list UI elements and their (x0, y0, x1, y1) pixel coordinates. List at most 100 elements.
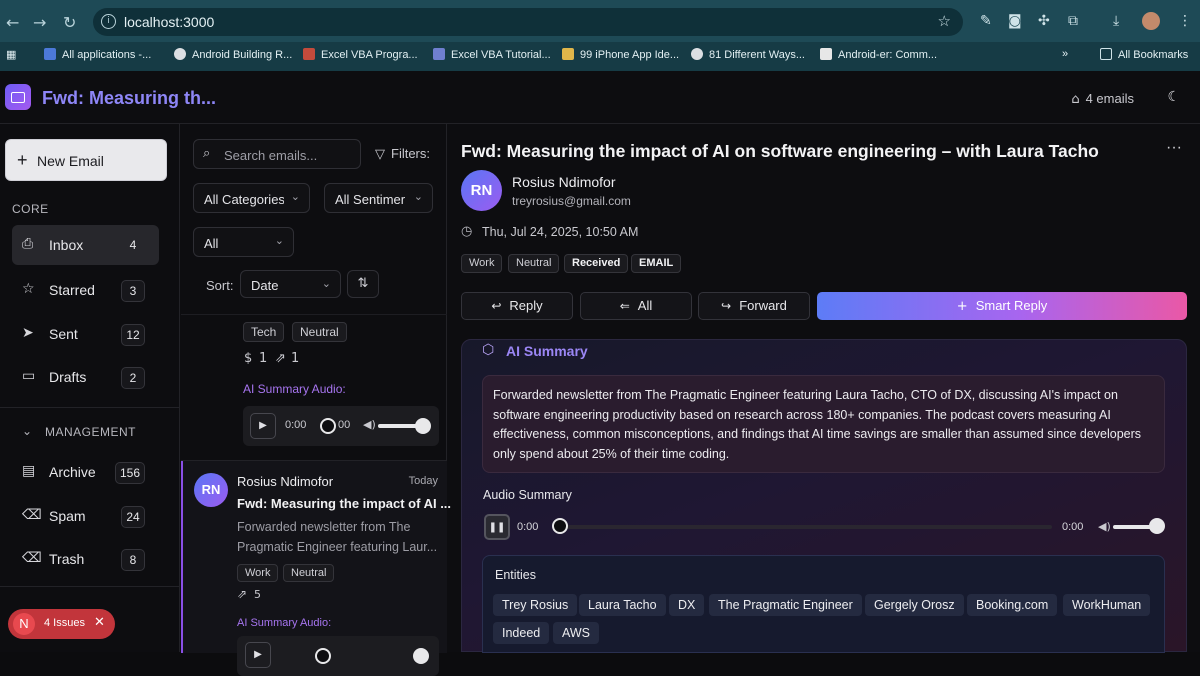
bookmark-item[interactable]: Excel VBA Progra... (303, 48, 418, 61)
count-badge: 156 (114, 462, 145, 484)
sidebar-item-starred[interactable]: ☆ Starred 3 (12, 270, 159, 310)
reply-button[interactable]: ↩ Reply (461, 292, 573, 320)
time-total: 0:00 (1062, 521, 1084, 533)
sentiment-select[interactable]: All Sentimer ⌄ (324, 183, 433, 213)
extension-puzzle-icon[interactable]: ✣ (1038, 13, 1050, 29)
volume-icon[interactable]: ◀) (1098, 520, 1111, 533)
chevron-down-icon: ⌄ (274, 234, 284, 247)
theme-toggle-icon[interactable]: ☾ (1167, 89, 1180, 105)
search-input[interactable]: ⌕ Search emails... (193, 139, 361, 169)
download-icon[interactable]: ⤓ (1113, 13, 1119, 29)
plus-icon: + (17, 150, 28, 170)
volume-knob[interactable] (415, 418, 431, 434)
apps-grid-icon[interactable]: ▦ (6, 48, 16, 61)
entities-panel: Entities Trey Rosius Laura Tacho DX The … (482, 555, 1165, 653)
bookmark-item[interactable]: 99 iPhone App Ide... (562, 48, 679, 61)
sort-label: Sort: (206, 278, 234, 293)
url-text[interactable]: localhost:3000 (124, 14, 214, 30)
tag-chip: Tech (243, 322, 285, 342)
reload-icon[interactable]: ↻ (63, 13, 76, 32)
sidebar-item-drafts[interactable]: ▭ Drafts 2 (12, 357, 159, 397)
new-email-button[interactable]: + New Email (5, 139, 167, 181)
extensions-icon[interactable]: ⧉ (1068, 13, 1078, 29)
app-header: Fwd: Measuring th... ⌂ 4 emails ☾ (0, 71, 1200, 124)
audio-label: AI Summary Audio: (237, 617, 332, 629)
page-title: Fwd: Measuring th... (42, 88, 216, 108)
bookmark-item[interactable]: 81 Different Ways... (691, 48, 805, 61)
status-select[interactable]: All ⌄ (193, 227, 294, 257)
list-item-selected[interactable]: RN Rosius Ndimofor Today Fwd: Measuring … (181, 461, 451, 676)
browser-menu-icon[interactable]: ⋮ (1178, 13, 1192, 29)
address-bar[interactable]: i localhost:3000 ☆ (93, 8, 963, 36)
close-icon[interactable]: ✕ (94, 615, 105, 630)
star-icon: ☆ (22, 281, 35, 297)
volume-knob[interactable] (1149, 518, 1165, 534)
share-count: 5 (254, 588, 261, 601)
bookmarks-bar: ▦ All applications -... Android Building… (0, 42, 1200, 71)
reply-all-icon: ⇐ (619, 299, 630, 313)
tag-icon: ⬡ (482, 342, 495, 358)
tag-chip: EMAIL (631, 254, 682, 273)
entity-chip: Trey Rosius (493, 594, 578, 616)
play-icon[interactable]: ▶ (250, 413, 276, 439)
chevron-down-icon[interactable]: ⌄ (22, 424, 33, 438)
seek-knob[interactable] (315, 648, 331, 664)
site-info-icon[interactable]: i (101, 14, 116, 29)
all-bookmarks[interactable]: All Bookmarks (1100, 48, 1188, 61)
sidebar-item-inbox[interactable]: ⎙ Inbox 4 (12, 225, 159, 265)
filters-label[interactable]: ▽ Filters: (375, 146, 430, 162)
seek-bar[interactable] (562, 525, 1052, 529)
inbox-icon: ⎙ (22, 236, 34, 252)
forward-button[interactable]: ↪ Forward (698, 292, 810, 320)
section-label-management[interactable]: MANAGEMENT (45, 425, 136, 439)
back-icon[interactable]: ← (6, 13, 19, 32)
bookmark-item[interactable]: Android-er: Comm... (820, 48, 937, 61)
bookmark-star-icon[interactable]: ☆ (938, 12, 951, 30)
sort-select[interactable]: Date ⌄ (240, 270, 341, 298)
audio-summary-label: Audio Summary (483, 488, 572, 502)
sidebar-item-trash[interactable]: ⌫ Trash 8 (12, 539, 159, 579)
tag-chip: Work (237, 564, 279, 582)
inbox-tray-icon: ⌂ (1071, 92, 1080, 107)
play-icon[interactable]: ▶ (245, 642, 271, 668)
sidebar-item-archive[interactable]: ▤ Archive 156 (12, 452, 159, 492)
entity-chip: Indeed (493, 622, 550, 644)
reply-all-button[interactable]: ⇐ All (580, 292, 692, 320)
pause-icon[interactable]: ❚❚ (484, 514, 510, 540)
forward-icon[interactable]: → (33, 13, 46, 32)
audio-player: ▶ 0:00 00 ◀) (243, 406, 439, 446)
seek-knob[interactable] (552, 518, 568, 534)
sidebar-item-sent[interactable]: ➤ Sent 12 (12, 314, 159, 354)
bookmark-item[interactable]: All applications -... (44, 48, 151, 61)
chevron-down-icon: ⌄ (290, 190, 300, 203)
extension-pen-icon[interactable]: ✎ (980, 13, 992, 29)
browser-chrome: ← → ↻ i localhost:3000 ☆ ✎ ◙ ✣ ⧉ ⤓ ⋮ ▦ A… (0, 0, 1200, 71)
bookmark-item[interactable]: Android Building R... (174, 48, 292, 61)
more-options-icon[interactable]: ··· (1166, 139, 1182, 157)
ai-summary-heading: AI Summary (506, 343, 588, 359)
sort-direction-icon[interactable]: ⇅ (347, 270, 379, 298)
profile-avatar[interactable] (1142, 12, 1160, 30)
filter-icon: ▽ (375, 147, 385, 162)
issues-badge[interactable]: N 4 Issues ✕ (8, 609, 115, 639)
tag-chip: Work (461, 254, 503, 273)
volume-icon[interactable]: ◀) (363, 418, 376, 431)
volume-knob[interactable] (413, 648, 429, 664)
category-select[interactable]: All Categories ⌄ (193, 183, 310, 213)
sidebar-item-spam[interactable]: ⌫ Spam 24 (12, 496, 159, 536)
extension-camera-icon[interactable]: ◙ (1008, 13, 1022, 29)
sender-name: Rosius Ndimofor (237, 474, 334, 489)
entity-chip: DX (669, 594, 705, 616)
email-subject: Fwd: Measuring the impact of AI ... (237, 496, 452, 511)
audio-label: AI Summary Audio: (243, 382, 346, 396)
bookmark-item[interactable]: Excel VBA Tutorial... (433, 48, 551, 61)
smart-reply-button[interactable]: + Smart Reply (817, 292, 1187, 320)
plus-icon: + (956, 299, 968, 314)
count-badge: 12 (121, 324, 145, 346)
seek-knob[interactable] (320, 418, 336, 434)
sidebar: + New Email CORE ⎙ Inbox 4 ☆ Starred 3 ➤… (0, 124, 180, 652)
more-bookmarks-icon[interactable]: » (1062, 48, 1068, 60)
divider (0, 586, 180, 587)
divider (0, 407, 180, 408)
email-preview: Forwarded newsletter from The (237, 520, 411, 534)
